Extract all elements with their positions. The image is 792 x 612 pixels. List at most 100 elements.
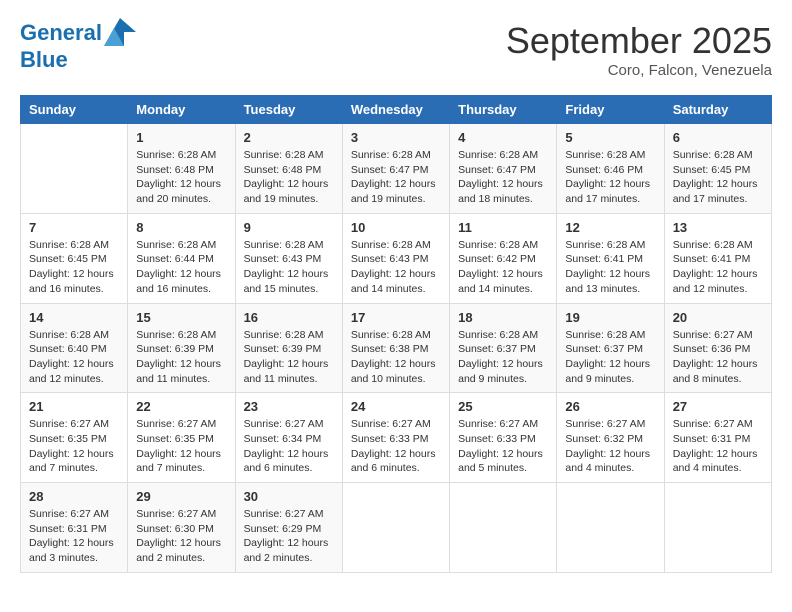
day-number: 24 [351, 399, 441, 414]
calendar-cell: 30Sunrise: 6:27 AM Sunset: 6:29 PM Dayli… [235, 483, 342, 573]
cell-info: Sunrise: 6:27 AM Sunset: 6:32 PM Dayligh… [565, 417, 655, 476]
calendar-cell: 12 Sunrise: 6:28 AM Sunset: 6:41 PM Dayli… [557, 213, 664, 303]
calendar-cell: 21 Sunrise: 6:27 AM Sunset: 6:35 PM Dayli… [21, 393, 128, 483]
day-number: 29 [136, 489, 226, 504]
calendar-cell: 24 Sunrise: 6:27 AM Sunset: 6:33 PM Dayli… [342, 393, 449, 483]
calendar-cell [342, 483, 449, 573]
cell-info: Sunrise: 6:28 AM Sunset: 6:47 PM Dayligh… [351, 148, 441, 207]
day-number: 25 [458, 399, 548, 414]
cell-info: Sunrise: 6:28 AM Sunset: 6:37 PM Dayligh… [458, 328, 548, 387]
calendar-cell: 7 Sunrise: 6:28 AM Sunset: 6:45 PM Daylig… [21, 213, 128, 303]
cell-info: Sunrise: 6:28 AM Sunset: 6:43 PM Dayligh… [351, 238, 441, 297]
day-number: 7 [29, 220, 119, 235]
day-number: 13 [673, 220, 763, 235]
cell-info: Sunrise: 6:27 AM Sunset: 6:29 PM Dayligh… [244, 507, 334, 566]
day-number: 3 [351, 130, 441, 145]
calendar-cell: 5 Sunrise: 6:28 AM Sunset: 6:46 PM Daylig… [557, 124, 664, 214]
day-number: 17 [351, 310, 441, 325]
day-number: 6 [673, 130, 763, 145]
cell-info: Sunrise: 6:28 AM Sunset: 6:46 PM Dayligh… [565, 148, 655, 207]
day-number: 5 [565, 130, 655, 145]
cell-info: Sunrise: 6:28 AM Sunset: 6:43 PM Dayligh… [244, 238, 334, 297]
calendar-cell: 2 Sunrise: 6:28 AM Sunset: 6:48 PM Daylig… [235, 124, 342, 214]
calendar-cell: 20Sunrise: 6:27 AM Sunset: 6:36 PM Dayli… [664, 303, 771, 393]
page-header: General Blue September 2025 Coro, Falcon… [20, 20, 772, 79]
title-block: September 2025 Coro, Falcon, Venezuela [506, 20, 772, 79]
cell-info: Sunrise: 6:27 AM Sunset: 6:31 PM Dayligh… [673, 417, 763, 476]
calendar-cell: 22 Sunrise: 6:27 AM Sunset: 6:35 PM Dayli… [128, 393, 235, 483]
calendar-cell [664, 483, 771, 573]
day-number: 14 [29, 310, 119, 325]
day-number: 15 [136, 310, 226, 325]
week-row-3: 14 Sunrise: 6:28 AM Sunset: 6:40 PM Dayli… [21, 303, 772, 393]
cell-info: Sunrise: 6:28 AM Sunset: 6:39 PM Dayligh… [244, 328, 334, 387]
calendar-cell [450, 483, 557, 573]
calendar-cell: 3 Sunrise: 6:28 AM Sunset: 6:47 PM Daylig… [342, 124, 449, 214]
day-number: 22 [136, 399, 226, 414]
calendar-cell: 6 Sunrise: 6:28 AM Sunset: 6:45 PM Daylig… [664, 124, 771, 214]
day-number: 20 [673, 310, 763, 325]
day-number: 19 [565, 310, 655, 325]
day-number: 4 [458, 130, 548, 145]
column-header-monday: Monday [128, 96, 235, 124]
cell-info: Sunrise: 6:28 AM Sunset: 6:41 PM Dayligh… [673, 238, 763, 297]
calendar-cell [557, 483, 664, 573]
column-header-thursday: Thursday [450, 96, 557, 124]
calendar-cell: 10 Sunrise: 6:28 AM Sunset: 6:43 PM Dayli… [342, 213, 449, 303]
day-number: 27 [673, 399, 763, 414]
day-number: 2 [244, 130, 334, 145]
week-row-1: 1Sunrise: 6:28 AM Sunset: 6:48 PM Daylig… [21, 124, 772, 214]
cell-info: Sunrise: 6:27 AM Sunset: 6:31 PM Dayligh… [29, 507, 119, 566]
cell-info: Sunrise: 6:28 AM Sunset: 6:45 PM Dayligh… [673, 148, 763, 207]
cell-info: Sunrise: 6:27 AM Sunset: 6:30 PM Dayligh… [136, 507, 226, 566]
calendar-cell: 8Sunrise: 6:28 AM Sunset: 6:44 PM Daylig… [128, 213, 235, 303]
calendar-cell: 13 Sunrise: 6:28 AM Sunset: 6:41 PM Dayli… [664, 213, 771, 303]
calendar-header-row: SundayMondayTuesdayWednesdayThursdayFrid… [21, 96, 772, 124]
column-header-friday: Friday [557, 96, 664, 124]
cell-info: Sunrise: 6:28 AM Sunset: 6:47 PM Dayligh… [458, 148, 548, 207]
day-number: 18 [458, 310, 548, 325]
calendar-table: SundayMondayTuesdayWednesdayThursdayFrid… [20, 95, 772, 573]
cell-info: Sunrise: 6:27 AM Sunset: 6:34 PM Dayligh… [244, 417, 334, 476]
cell-info: Sunrise: 6:27 AM Sunset: 6:35 PM Dayligh… [29, 417, 119, 476]
day-number: 16 [244, 310, 334, 325]
calendar-cell: 19 Sunrise: 6:28 AM Sunset: 6:37 PM Dayli… [557, 303, 664, 393]
cell-info: Sunrise: 6:28 AM Sunset: 6:48 PM Dayligh… [244, 148, 334, 207]
cell-info: Sunrise: 6:27 AM Sunset: 6:33 PM Dayligh… [351, 417, 441, 476]
cell-info: Sunrise: 6:28 AM Sunset: 6:41 PM Dayligh… [565, 238, 655, 297]
cell-info: Sunrise: 6:28 AM Sunset: 6:37 PM Dayligh… [565, 328, 655, 387]
calendar-cell: 1Sunrise: 6:28 AM Sunset: 6:48 PM Daylig… [128, 124, 235, 214]
day-number: 23 [244, 399, 334, 414]
calendar-cell: 11 Sunrise: 6:28 AM Sunset: 6:42 PM Dayli… [450, 213, 557, 303]
calendar-cell: 14 Sunrise: 6:28 AM Sunset: 6:40 PM Dayli… [21, 303, 128, 393]
day-number: 10 [351, 220, 441, 235]
column-header-sunday: Sunday [21, 96, 128, 124]
cell-info: Sunrise: 6:28 AM Sunset: 6:45 PM Dayligh… [29, 238, 119, 297]
calendar-cell: 29 Sunrise: 6:27 AM Sunset: 6:30 PM Dayli… [128, 483, 235, 573]
cell-info: Sunrise: 6:28 AM Sunset: 6:39 PM Dayligh… [136, 328, 226, 387]
column-header-tuesday: Tuesday [235, 96, 342, 124]
calendar-cell: 16 Sunrise: 6:28 AM Sunset: 6:39 PM Dayli… [235, 303, 342, 393]
day-number: 9 [244, 220, 334, 235]
cell-info: Sunrise: 6:28 AM Sunset: 6:40 PM Dayligh… [29, 328, 119, 387]
calendar-cell: 9 Sunrise: 6:28 AM Sunset: 6:43 PM Daylig… [235, 213, 342, 303]
cell-info: Sunrise: 6:27 AM Sunset: 6:35 PM Dayligh… [136, 417, 226, 476]
calendar-cell: 27 Sunrise: 6:27 AM Sunset: 6:31 PM Dayli… [664, 393, 771, 483]
calendar-cell: 25Sunrise: 6:27 AM Sunset: 6:33 PM Dayli… [450, 393, 557, 483]
week-row-5: 28 Sunrise: 6:27 AM Sunset: 6:31 PM Dayli… [21, 483, 772, 573]
cell-info: Sunrise: 6:28 AM Sunset: 6:38 PM Dayligh… [351, 328, 441, 387]
cell-info: Sunrise: 6:28 AM Sunset: 6:42 PM Dayligh… [458, 238, 548, 297]
location-subtitle: Coro, Falcon, Venezuela [506, 62, 772, 79]
calendar-cell [21, 124, 128, 214]
day-number: 11 [458, 220, 548, 235]
calendar-cell: 4 Sunrise: 6:28 AM Sunset: 6:47 PM Daylig… [450, 124, 557, 214]
cell-info: Sunrise: 6:28 AM Sunset: 6:44 PM Dayligh… [136, 238, 226, 297]
column-header-saturday: Saturday [664, 96, 771, 124]
calendar-cell: 17 Sunrise: 6:28 AM Sunset: 6:38 PM Dayli… [342, 303, 449, 393]
logo-text-blue: Blue [20, 48, 136, 72]
day-number: 12 [565, 220, 655, 235]
week-row-4: 21 Sunrise: 6:27 AM Sunset: 6:35 PM Dayli… [21, 393, 772, 483]
calendar-cell: 26Sunrise: 6:27 AM Sunset: 6:32 PM Dayli… [557, 393, 664, 483]
day-number: 28 [29, 489, 119, 504]
day-number: 21 [29, 399, 119, 414]
